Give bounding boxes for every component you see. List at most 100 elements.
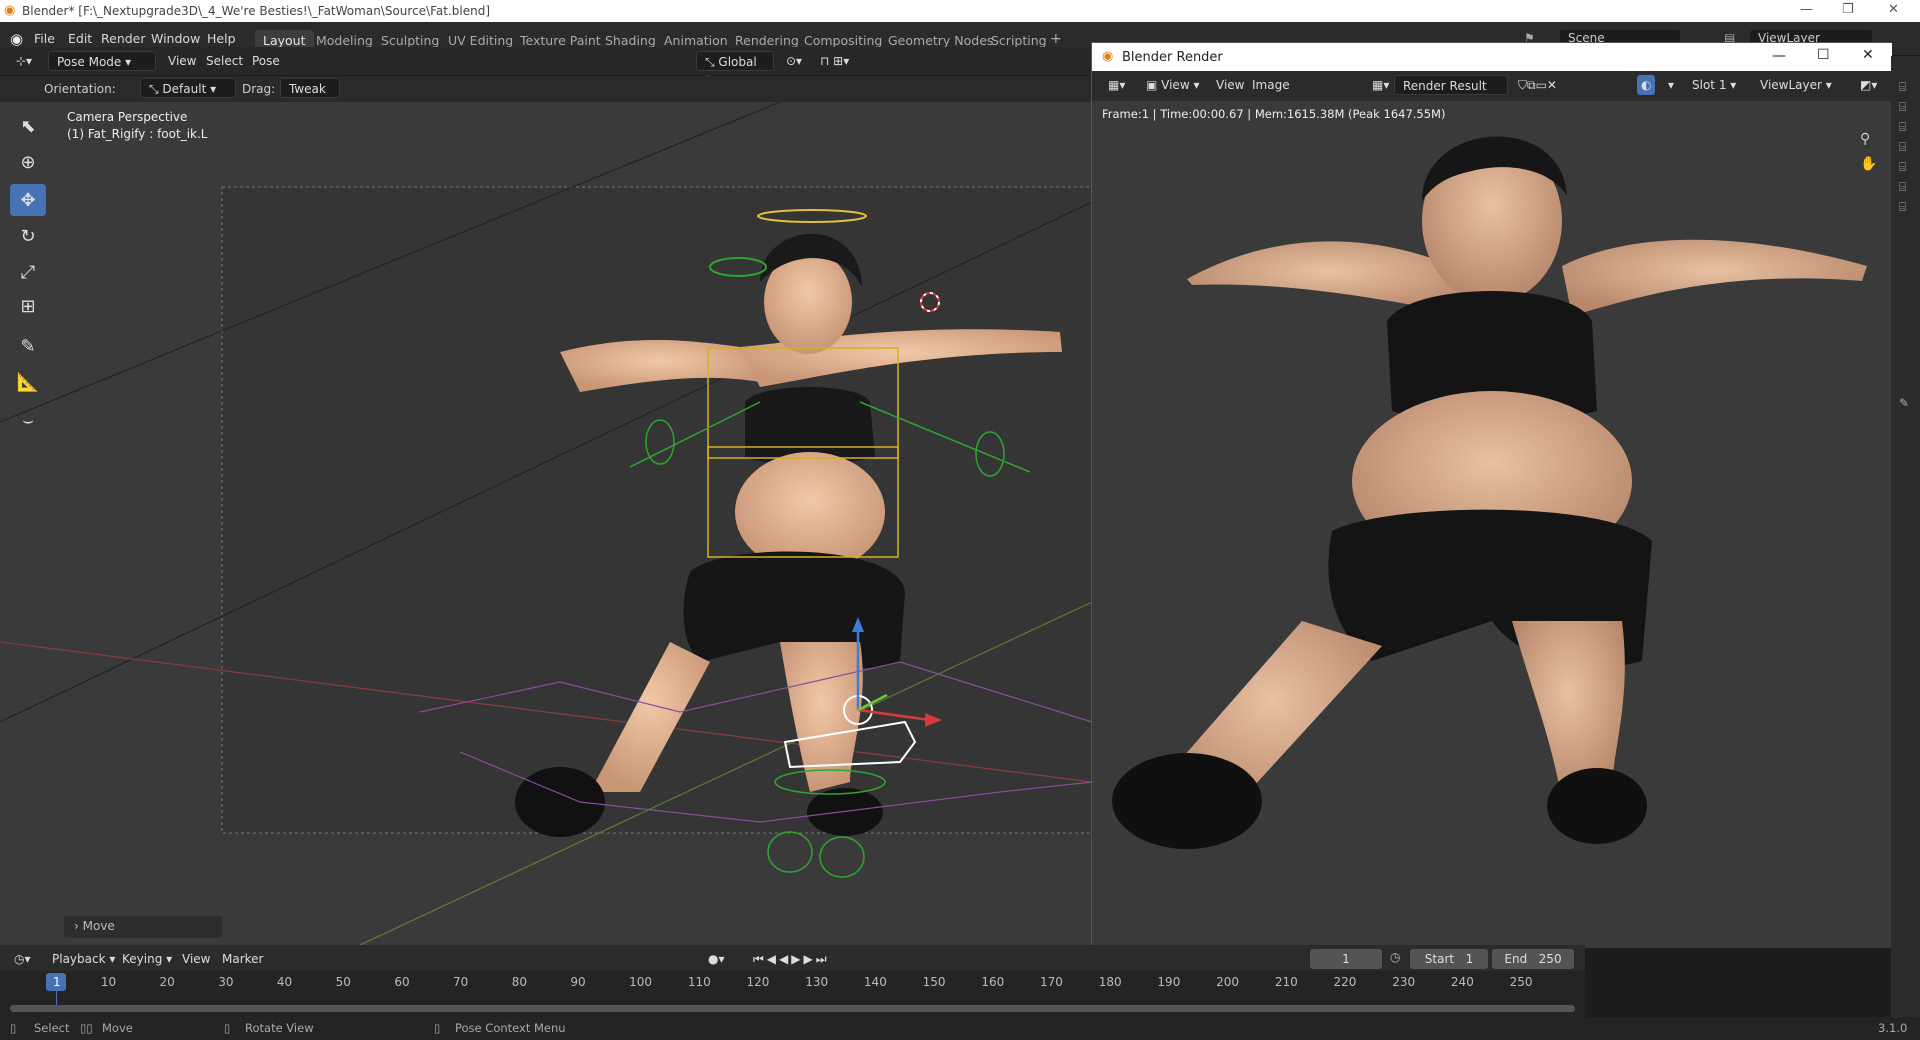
status-move: Move bbox=[102, 1021, 133, 1035]
annotate-tool-icon[interactable]: ✎ bbox=[10, 330, 46, 362]
frame-tick-label: 160 bbox=[981, 975, 1005, 989]
menu-edit[interactable]: Edit bbox=[68, 31, 92, 46]
display-channels-icon[interactable]: ◐ bbox=[1637, 75, 1656, 95]
camera-icon[interactable]: ⌸ bbox=[1899, 180, 1906, 195]
render-result-canvas[interactable]: Frame:1 | Time:00:00.67 | Mem:1615.38M (… bbox=[1092, 101, 1892, 948]
menu-view[interactable]: View bbox=[174, 949, 218, 969]
menu-render[interactable]: Render bbox=[101, 31, 146, 46]
image-name-field[interactable]: Render Result bbox=[1394, 75, 1508, 95]
timeline[interactable]: 1 10 20 30 40 50 60 70 80 90 100 110 120 130 140 150 160… bbox=[0, 971, 1585, 1017]
cursor-tool-icon[interactable]: ⊕ bbox=[10, 146, 46, 178]
transform-label: Global bbox=[718, 55, 757, 69]
pivot-icon[interactable]: ⊙▾ bbox=[778, 51, 810, 71]
hand-pan-icon[interactable]: ✋ bbox=[1860, 156, 1877, 172]
playback-dropdown[interactable]: Playback ▾ bbox=[44, 949, 123, 969]
menu-window[interactable]: Window bbox=[151, 31, 200, 46]
status-rotate: Rotate View bbox=[245, 1021, 314, 1035]
minimize-icon[interactable]: — bbox=[1772, 48, 1786, 64]
frame-tick-label: 180 bbox=[1098, 975, 1122, 989]
auto-keying-icon[interactable]: ●▾ bbox=[700, 949, 733, 969]
menu-file[interactable]: File bbox=[34, 31, 55, 46]
camera-icon[interactable]: ⌸ bbox=[1899, 80, 1906, 95]
select-tool-icon[interactable]: ⬉ bbox=[10, 110, 46, 142]
pin-icon[interactable]: ✎ bbox=[1899, 396, 1909, 410]
3d-viewport[interactable]: Camera Perspective (1) Fat_Rigify : foot… bbox=[0, 102, 1092, 945]
frame-tick-label: 230 bbox=[1392, 975, 1416, 989]
image-actions-icon[interactable]: ⛉⧉▭✕ bbox=[1510, 75, 1565, 95]
frame-tick-label: 100 bbox=[629, 975, 653, 989]
active-object-label: (1) Fat_Rigify : foot_ik.L bbox=[67, 127, 208, 141]
camera-icon[interactable]: ⌸ bbox=[1899, 200, 1906, 215]
end-label: End bbox=[1504, 952, 1528, 966]
timeline-scrollbar[interactable] bbox=[10, 1005, 1575, 1012]
properties-strip: ⌸ ⌸ ⌸ ⌸ ⌸ ⌸ ⌸ ✎ bbox=[1891, 56, 1920, 1017]
playback-controls-icon[interactable]: ⏮◀◀▶▶⏭ bbox=[745, 949, 838, 969]
menu-image[interactable]: Image bbox=[1244, 75, 1298, 95]
measure-tool-icon[interactable]: 📐 bbox=[10, 366, 46, 398]
frame-tick-label: 30 bbox=[218, 975, 234, 989]
rotate-tool-icon[interactable]: ↻ bbox=[10, 220, 46, 252]
frame-ruler: 1 10 20 30 40 50 60 70 80 90 100 110 120 130 140 150 160… bbox=[0, 971, 1585, 1001]
tool-settings-header: Orientation: ⤡ Default ▾ Drag: Tweak ▾ bbox=[0, 76, 1092, 112]
status-bar: ▯ Select ▯▯ Move ▯ Rotate View ▯ Pose Co… bbox=[0, 1017, 1920, 1040]
transform-orientation-dropdown[interactable]: ⤡ Global ▾ bbox=[696, 51, 774, 85]
image-browse-icon[interactable]: ▦▾ bbox=[1364, 75, 1397, 95]
camera-icon[interactable]: ⌸ bbox=[1899, 140, 1906, 155]
editor-type-icon[interactable]: ⊹▾ bbox=[8, 51, 40, 71]
close-icon[interactable]: ✕ bbox=[1862, 47, 1874, 63]
current-frame-field[interactable]: 1 bbox=[1310, 949, 1382, 969]
last-operator-panel[interactable]: › Move bbox=[64, 916, 222, 938]
frame-tick-label: 250 bbox=[1509, 975, 1533, 989]
drag-label: Drag: bbox=[242, 82, 276, 96]
menu-marker[interactable]: Marker bbox=[214, 949, 271, 969]
bone-roll-tool-icon[interactable]: ⌣ bbox=[10, 404, 46, 436]
scale-tool-icon[interactable]: ⤢ bbox=[10, 256, 46, 288]
view-mode-label: View bbox=[1161, 78, 1190, 92]
render-pass-icon[interactable]: ◩▾ bbox=[1852, 75, 1885, 95]
start-frame-field[interactable]: Start 1 bbox=[1410, 949, 1488, 969]
camera-icon[interactable]: ⌸ bbox=[1899, 160, 1906, 175]
frame-tick-label: 80 bbox=[511, 975, 527, 989]
viewport-scene bbox=[0, 102, 1092, 945]
add-workspace-icon[interactable]: + bbox=[1050, 31, 1062, 47]
menu-help[interactable]: Help bbox=[207, 31, 236, 46]
render-window-title: Blender Render bbox=[1122, 50, 1223, 65]
minimize-icon[interactable]: — bbox=[1800, 2, 1813, 17]
slot-dropdown[interactable]: Slot 1 ▾ bbox=[1684, 75, 1744, 95]
mouse-left-icon: ▯ bbox=[10, 1021, 17, 1035]
drag-dropdown[interactable]: Tweak ▾ bbox=[280, 78, 340, 112]
camera-icon[interactable]: ⌸ bbox=[1899, 120, 1906, 135]
move-tool-icon[interactable]: ✥ bbox=[10, 184, 46, 216]
menu-pose[interactable]: Pose bbox=[244, 51, 288, 71]
frame-tick-label: 150 bbox=[922, 975, 946, 989]
transform-tool-icon[interactable]: ⊞ bbox=[10, 290, 46, 322]
timer-icon[interactable]: ◷ bbox=[1390, 950, 1400, 964]
start-label: Start bbox=[1424, 952, 1455, 966]
camera-perspective-label: Camera Perspective bbox=[67, 110, 188, 124]
view-mode-dropdown[interactable]: ▣ View ▾ bbox=[1138, 75, 1207, 95]
keying-dropdown[interactable]: Keying ▾ bbox=[114, 949, 180, 969]
mode-dropdown[interactable]: Pose Mode ▾ bbox=[48, 51, 156, 71]
blender-menu-icon[interactable]: ◉ bbox=[10, 30, 23, 48]
editor-type-icon[interactable]: ▦▾ bbox=[1100, 75, 1133, 95]
camera-icon[interactable]: ⌸ bbox=[1899, 100, 1906, 115]
end-frame-field[interactable]: End 250 bbox=[1492, 949, 1574, 969]
frame-tick-label: 20 bbox=[159, 975, 175, 989]
snap-icon[interactable]: ⊓ ⊞▾ bbox=[812, 51, 857, 71]
frame-tick-label: 140 bbox=[863, 975, 887, 989]
editor-type-icon[interactable]: ◷▾ bbox=[6, 949, 39, 969]
drag-value: Tweak bbox=[289, 82, 326, 96]
orientation-dropdown[interactable]: ⤡ Default ▾ bbox=[140, 78, 236, 98]
display-channels-dropdown-icon[interactable]: ▾ bbox=[1660, 75, 1682, 95]
render-image bbox=[1112, 136, 1867, 849]
image-editor-header: ▦▾ ▣ View ▾ View Image ▦▾ Render Result … bbox=[1092, 71, 1892, 101]
frame-tick-label: 90 bbox=[570, 975, 586, 989]
close-icon[interactable]: ✕ bbox=[1888, 2, 1899, 17]
maximize-icon[interactable]: ☐ bbox=[1817, 47, 1830, 63]
render-layer-dropdown[interactable]: ViewLayer ▾ bbox=[1752, 75, 1840, 95]
viewport-header: ⊹▾ Pose Mode ▾ View Select Pose ⤡ Global… bbox=[0, 47, 1092, 85]
status-select: Select bbox=[34, 1021, 70, 1035]
restore-icon[interactable]: ❐ bbox=[1842, 2, 1854, 17]
timeline-header: ◷▾ Playback ▾ Keying ▾ View Marker ●▾ ⏮◀… bbox=[0, 945, 1585, 971]
zoom-icon[interactable]: ⚲ bbox=[1860, 131, 1870, 147]
